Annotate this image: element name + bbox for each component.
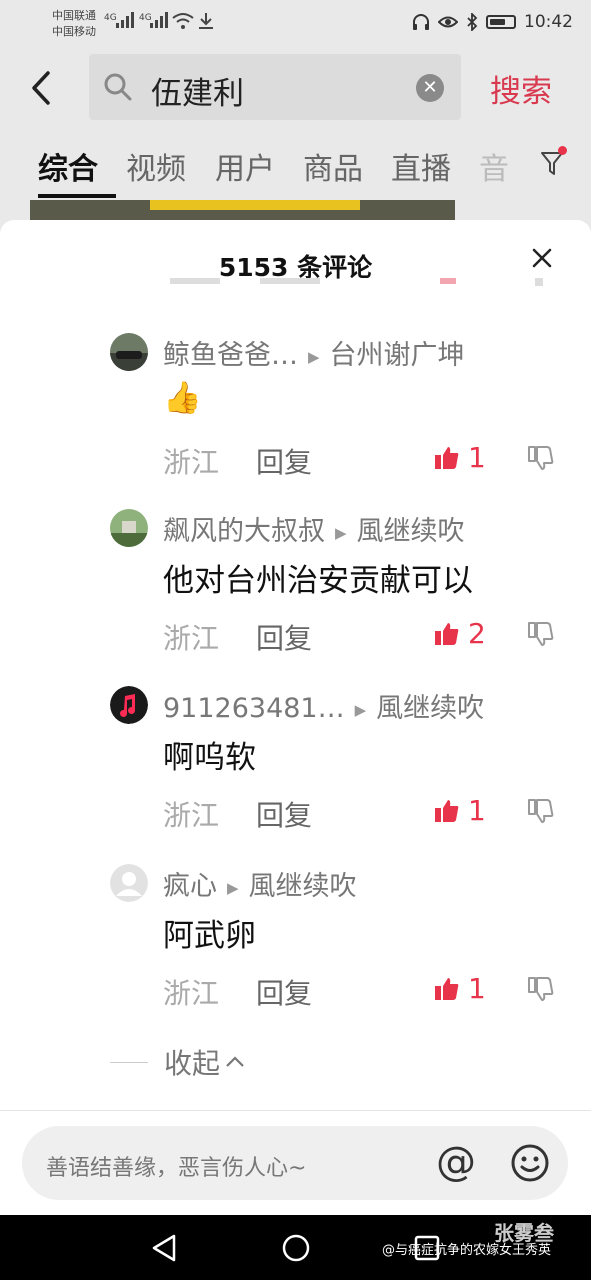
mention-button[interactable]: @ (436, 1138, 476, 1186)
comment-location: 浙江 (163, 799, 220, 832)
tab-music[interactable]: 音 (479, 144, 509, 188)
back-arrow-icon[interactable] (28, 70, 56, 106)
search-icon (104, 73, 132, 101)
comment-location: 浙江 (163, 446, 220, 479)
comment-input[interactable]: 善语结善缘，恶言伤人心~ @ (22, 1126, 568, 1200)
comment-author[interactable]: 疯心 (163, 871, 217, 902)
thumbs-up-icon (435, 446, 459, 469)
search-button[interactable]: 搜索 (490, 66, 552, 111)
avatar[interactable] (110, 864, 148, 902)
clear-search-icon[interactable]: ✕ (416, 74, 444, 102)
like-count: 1 (468, 794, 486, 827)
thumbs-up-icon (435, 977, 459, 1000)
avatar[interactable] (110, 686, 148, 724)
comment-text: 👍 (163, 380, 202, 416)
active-tab-indicator (38, 194, 116, 198)
comment-location: 浙江 (163, 622, 220, 655)
reply-target[interactable]: 風继续吹 (249, 871, 357, 902)
eye-icon (438, 16, 458, 28)
like-button[interactable]: 2 (434, 617, 486, 650)
comment-author-line: 911263481… ▶ 風继续吹 (163, 686, 484, 725)
category-tabs: 综合 视频 用户 商品 直播 音 (0, 140, 591, 198)
avatar[interactable] (110, 509, 148, 547)
comment-author-line: 疯心 ▶ 風继续吹 (163, 864, 357, 903)
reply-button[interactable]: 回复 (256, 617, 312, 657)
signal-icon-2 (150, 12, 168, 28)
thumbs-up-icon (435, 799, 459, 822)
emoji-icon[interactable] (510, 1143, 550, 1183)
bluetooth-icon (467, 13, 478, 31)
filter-badge-dot (558, 146, 567, 155)
comment-author[interactable]: 911263481… (163, 693, 345, 724)
reply-arrow-icon: ▶ (335, 523, 347, 542)
search-header: 伍建利 ✕ 搜索 (0, 52, 591, 126)
thumbs-down-icon[interactable] (528, 976, 554, 1002)
signal-icon (116, 12, 134, 28)
reply-arrow-icon: ▶ (308, 347, 320, 366)
collapse-replies-button[interactable]: 收起 (110, 1042, 246, 1082)
input-divider (0, 1110, 591, 1111)
like-count: 1 (468, 972, 486, 1005)
scrolled-row-remnant (160, 278, 560, 300)
collapse-label: 收起 (164, 1047, 221, 1080)
carrier-1: 中国联通 (52, 9, 96, 22)
reply-target[interactable]: 台州谢广坤 (330, 340, 465, 371)
reply-target[interactable]: 風继续吹 (376, 693, 484, 724)
tab-comprehensive[interactable]: 综合 (38, 144, 98, 188)
comment-author-line: 鲸鱼爸爸… ▶ 台州谢广坤 (163, 333, 465, 372)
comment-author-line: 飙风的大叔叔 ▶ 風继续吹 (163, 509, 465, 548)
reply-button[interactable]: 回复 (256, 441, 312, 481)
status-right: 10:42 (412, 12, 573, 32)
comment-text: 啊呜软 (163, 740, 256, 776)
reply-arrow-icon: ▶ (227, 878, 239, 897)
tab-products[interactable]: 商品 (303, 144, 363, 188)
comment-text: 阿武卵 (163, 918, 256, 954)
reply-button[interactable]: 回复 (256, 972, 312, 1012)
tab-live[interactable]: 直播 (391, 144, 451, 188)
divider-line (110, 1061, 148, 1063)
reply-target[interactable]: 風继续吹 (357, 516, 465, 547)
comment-author[interactable]: 鲸鱼爸爸… (163, 340, 298, 371)
wifi-icon (172, 13, 194, 29)
nav-home-icon[interactable] (281, 1233, 311, 1263)
like-count: 2 (468, 617, 486, 650)
tab-videos[interactable]: 视频 (126, 144, 186, 188)
search-input[interactable]: 伍建利 ✕ (89, 54, 461, 120)
carrier-2: 中国移动 (52, 25, 96, 38)
close-icon[interactable] (528, 244, 556, 272)
headphones-icon (413, 14, 429, 30)
thumbs-up-icon (435, 622, 459, 645)
carrier-labels: 中国联通 中国移动 (52, 8, 96, 40)
status-bar: 中国联通 中国移动 4G 4G 10:42 (0, 0, 591, 46)
comment-text: 他对台州治安贡献可以 (163, 563, 473, 599)
download-icon (199, 13, 213, 29)
comment-author[interactable]: 飙风的大叔叔 (163, 516, 325, 547)
battery-level (490, 19, 506, 25)
like-button[interactable]: 1 (434, 972, 486, 1005)
thumbs-down-icon[interactable] (528, 445, 554, 471)
nav-back-icon[interactable] (150, 1233, 178, 1263)
thumbnail-caption (150, 200, 360, 210)
network-type-1: 4G (104, 13, 117, 23)
watermark-logo: 张雾叁 (494, 1221, 554, 1245)
thumbs-down-icon[interactable] (528, 621, 554, 647)
status-time: 10:42 (524, 12, 573, 32)
like-button[interactable]: 1 (434, 441, 486, 474)
comments-sheet: 5153 条评论 鲸鱼爸爸… ▶ 台州谢广坤 👍 浙江 回复 1 飙风的大叔叔 ▶ 風继… (0, 220, 591, 1215)
avatar[interactable] (110, 333, 148, 371)
reply-button[interactable]: 回复 (256, 794, 312, 834)
search-query[interactable]: 伍建利 (151, 68, 244, 113)
system-nav-bar: @与癌症抗争的农嫁女王秀英 张雾叁 (0, 1215, 591, 1280)
thumbs-down-icon[interactable] (528, 798, 554, 824)
filter-button[interactable] (540, 146, 567, 182)
tab-users[interactable]: 用户 (215, 144, 275, 188)
comment-location: 浙江 (163, 977, 220, 1010)
comment-input-placeholder[interactable]: 善语结善缘，恶言伤人心~ (46, 1150, 306, 1182)
battery-icon (486, 15, 516, 29)
like-count: 1 (468, 441, 486, 474)
reply-arrow-icon: ▶ (354, 700, 367, 719)
chevron-up-icon (226, 1056, 244, 1067)
like-button[interactable]: 1 (434, 794, 486, 827)
